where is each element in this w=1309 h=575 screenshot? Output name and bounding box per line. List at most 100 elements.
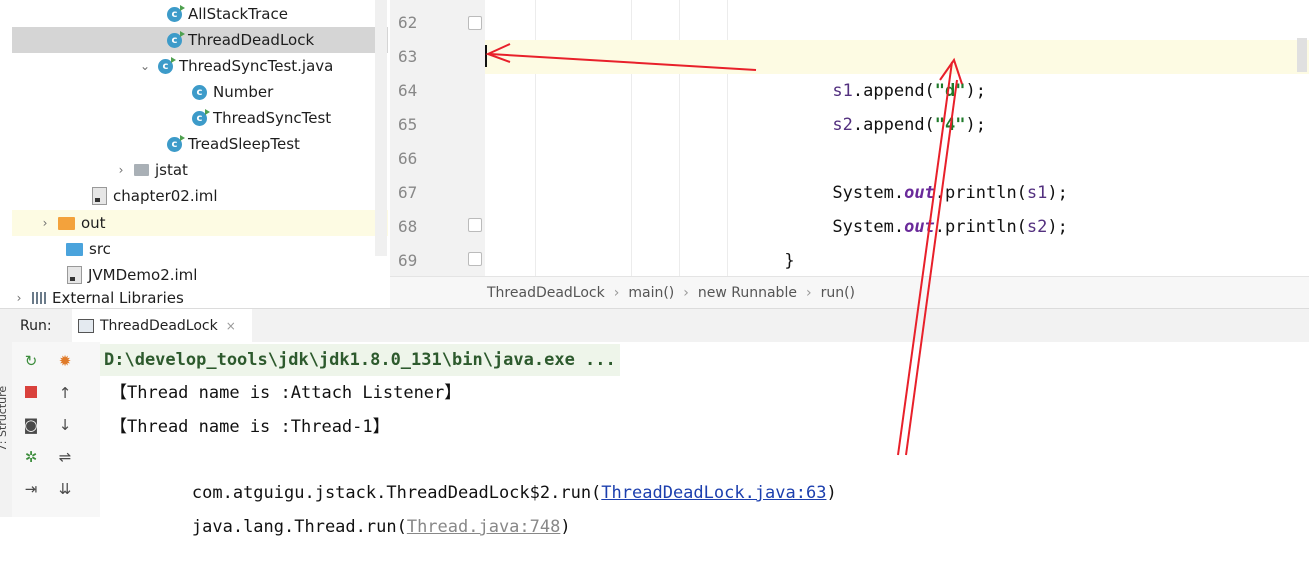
folder-icon [58,216,75,230]
breadcrumb: ThreadDeadLock › main() › new Runnable ›… [390,276,1309,309]
class-runnable-icon: c [167,4,185,22]
line-number: 68 [398,217,418,236]
soft-wrap-icon[interactable]: ⇌ [54,446,76,468]
iml-file-icon [92,187,107,205]
run-tab-threaddeadlock[interactable]: ThreadDeadLock × [72,309,252,343]
text-caret [485,45,487,67]
code-line-63[interactable]: s1.append("d"); [485,40,1309,101]
console-stack-line: java.lang.Thread.run(Thread.java:748) [110,479,571,537]
run-tool-header: Run: ThreadDeadLock × [0,308,1309,344]
class-runnable-icon: c [167,30,185,48]
stop-icon[interactable] [20,382,42,404]
tree-item-label: ThreadSyncTest [213,109,332,127]
tree-item-number[interactable]: c Number [12,79,388,105]
line-number: 65 [398,115,418,134]
line-number-gutter: 62 63 64 65 66 67 68 69 [390,0,485,276]
close-icon[interactable]: × [226,319,236,333]
tree-item-label: TreadSleepTest [188,135,300,153]
arrow-down-icon[interactable]: ↓ [54,414,76,436]
code-line-64[interactable]: s2.append("4"); [485,74,1309,135]
console-icon [78,319,94,333]
class-runnable-icon: c [167,134,185,152]
stack-source-link[interactable]: ThreadDeadLock.java:63 [601,483,826,503]
class-icon: c [192,84,207,100]
run-tab-label: ThreadDeadLock [100,318,218,334]
tree-item-threadsynctest-java[interactable]: ⌄ c ThreadSyncTest.java [12,53,388,79]
iml-file-icon [67,266,82,284]
stack-text: ) [826,483,837,503]
scroll-to-end-icon[interactable]: ⇊ [54,478,76,500]
editor-scroll-marker[interactable] [1297,38,1307,72]
tree-item-threaddeadlock[interactable]: c ThreadDeadLock [12,27,388,53]
fold-marker-icon[interactable] [468,252,482,266]
console-command-line: D:\develop_tools\jdk\jdk1.8.0_131\bin\ja… [100,344,620,376]
code-line-66[interactable]: System.out.println(s1); [485,142,1309,203]
code-text: .append( [852,115,935,135]
code-var: s2 [832,115,853,135]
code-line-67[interactable]: System.out.println(s2); [485,176,1309,237]
tree-item-external-libraries[interactable]: › External Libraries [12,288,388,308]
breadcrumb-item[interactable]: run() [821,277,855,309]
breadcrumb-separator: › [805,285,812,301]
tree-item-jstat[interactable]: › jstat [12,157,388,183]
chevron-down-icon[interactable]: ⌄ [138,53,152,79]
tree-item-label: ThreadSyncTest.java [179,57,334,75]
breadcrumb-item[interactable]: ThreadDeadLock [487,277,605,309]
fold-marker-icon[interactable] [468,16,482,30]
project-tree-panel: c AllStackTrace c ThreadDeadLock ⌄ c Thr… [0,0,390,308]
tree-item-jvmdemo2-iml[interactable]: JVMDemo2.iml [12,262,388,288]
class-runnable-icon: c [192,108,210,126]
chevron-right-icon[interactable]: › [12,288,26,308]
code-editor[interactable]: 62 63 64 65 66 67 68 69 synchronized (s1… [390,0,1309,309]
breadcrumb-item[interactable]: main() [628,277,674,309]
camera-icon[interactable]: ◙ [20,414,42,436]
debug-icon[interactable]: ✹ [54,350,76,372]
line-number: 62 [398,13,418,32]
line-number: 67 [398,183,418,202]
stack-source-link[interactable]: Thread.java:748 [407,517,561,537]
class-runnable-icon: c [158,56,176,74]
code-line-68[interactable]: } [485,210,1309,271]
library-icon [32,292,46,304]
console-line: 【Thread name is :Thread-1】 [110,417,390,437]
tree-item-label: jstat [155,161,188,179]
tree-item-allstacktrace[interactable]: c AllStackTrace [12,1,388,27]
tree-item-out[interactable]: › out [12,210,388,236]
tree-item-label: JVMDemo2.iml [88,266,198,284]
fold-marker-icon[interactable] [468,218,482,232]
line-number: 63 [398,47,418,66]
tree-item-threadsynctest[interactable]: c ThreadSyncTest [12,105,388,131]
tree-item-src[interactable]: src [12,236,388,262]
line-number: 69 [398,251,418,270]
code-line-62[interactable]: synchronized (s1){ [485,6,1309,67]
structure-tab-label[interactable]: 7: Structure [0,386,9,451]
code-line-69[interactable]: } [485,244,1309,305]
tree-vertical-scrollbar[interactable] [375,0,387,256]
bug-icon[interactable]: ✲ [20,446,42,468]
package-icon [134,164,149,176]
tree-item-label: External Libraries [52,289,184,307]
console-output[interactable]: D:\develop_tools\jdk\jdk1.8.0_131\bin\ja… [100,342,1309,537]
tree-item-label: ThreadDeadLock [188,31,315,49]
line-number: 66 [398,149,418,168]
tree-item-label: chapter02.iml [113,187,218,205]
tree-item-label: Number [213,83,274,101]
chevron-right-icon[interactable]: › [114,157,128,183]
run-label: Run: [20,318,52,334]
stack-text: ) [560,517,571,537]
tree-item-chapter02-iml[interactable]: chapter02.iml [12,183,388,209]
tree-item-label: AllStackTrace [188,5,288,23]
login-icon[interactable]: ⇥ [20,478,42,500]
chevron-right-icon[interactable]: › [38,210,52,236]
breadcrumb-item[interactable]: new Runnable [698,277,797,309]
arrow-up-icon[interactable]: ↑ [54,382,76,404]
breadcrumb-separator: › [683,285,689,301]
code-area[interactable]: synchronized (s1){ s1.append("d"); s2.ap… [485,0,1309,305]
tree-item-treadsleeptest[interactable]: c TreadSleepTest [12,131,388,157]
stack-text: java.lang.Thread.run( [150,517,407,537]
console-line: 【Thread name is :Attach Listener】 [110,383,462,403]
line-number: 64 [398,81,418,100]
tree-item-label: src [89,240,111,258]
folder-icon [66,242,83,256]
rerun-icon[interactable]: ↻ [20,350,42,372]
